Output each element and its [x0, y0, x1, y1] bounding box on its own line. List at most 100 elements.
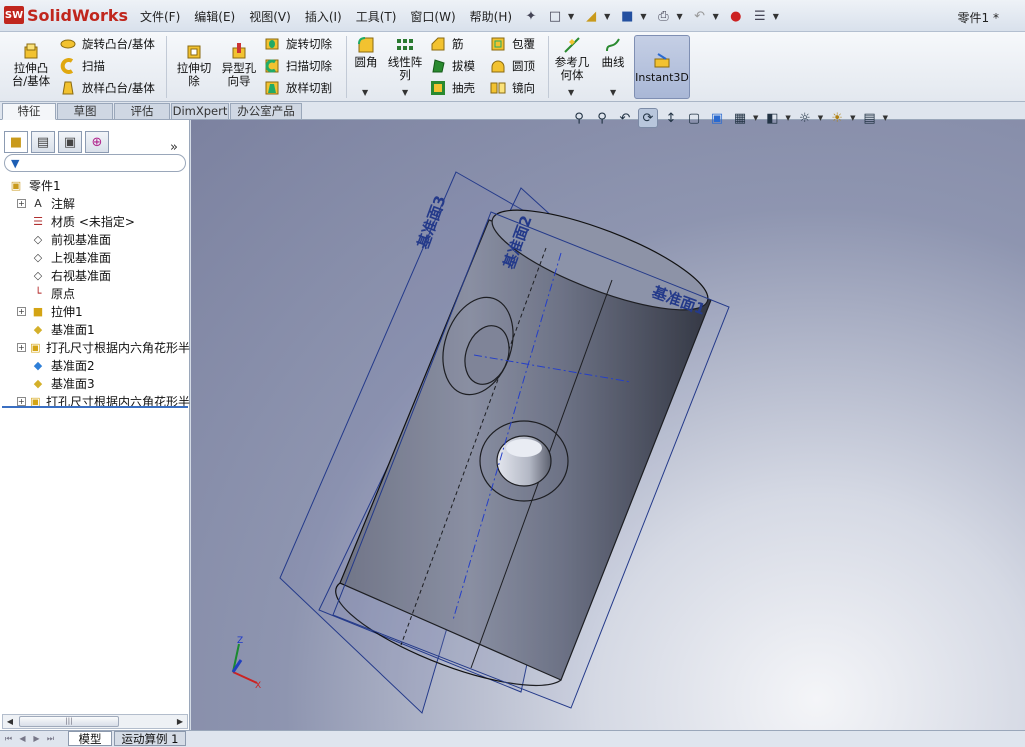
menu-insert[interactable]: 插入(I) — [305, 8, 342, 25]
view-settings-icon[interactable]: ▤ — [860, 108, 880, 128]
pin-icon[interactable]: ✦ — [520, 6, 542, 26]
tree-node[interactable]: ◇ 上视基准面 — [0, 248, 190, 266]
undo-icon[interactable]: ↶ — [689, 6, 711, 26]
new-dropdown-icon[interactable]: ▼ — [568, 12, 574, 21]
menu-edit[interactable]: 编辑(E) — [194, 8, 235, 25]
first-tab-icon[interactable]: ⏮ — [2, 733, 15, 745]
hole-wizard-button[interactable]: 异型孔 向导 — [218, 42, 260, 88]
tree-node[interactable]: ◆ 基准面3 — [0, 374, 190, 392]
property-manager-tab-icon[interactable]: ▤ — [31, 131, 55, 153]
view-settings-dropdown-icon[interactable]: ▼ — [883, 114, 888, 122]
menu-file[interactable]: 文件(F) — [140, 8, 180, 25]
tree-node[interactable]: + A 注解 — [0, 194, 190, 212]
rollback-bar[interactable] — [2, 406, 188, 408]
tree-node[interactable]: ◆ 基准面2 — [0, 356, 190, 374]
expand-panel-icon[interactable]: » — [170, 140, 178, 155]
apply-scene-icon[interactable]: ☀ — [827, 108, 847, 128]
pattern-dropdown-icon[interactable]: ▼ — [402, 88, 408, 97]
rebuild-traffic-light-icon[interactable]: ● — [725, 6, 747, 26]
extrude-cut-button[interactable]: 拉伸切 除 — [172, 42, 216, 88]
previous-view-icon[interactable]: ↶ — [615, 108, 635, 128]
scroll-thumb[interactable]: ||| — [19, 716, 119, 727]
revolve-cut-button[interactable]: 旋转切除 — [264, 35, 332, 53]
zoom-to-area-icon[interactable]: ⚲ — [592, 108, 612, 128]
tab-evaluate[interactable]: 评估 — [114, 103, 170, 120]
options-dropdown-icon[interactable]: ▼ — [773, 12, 779, 21]
revolve-boss-button[interactable]: 旋转凸台/基体 — [60, 35, 155, 53]
new-document-icon[interactable]: □ — [544, 6, 566, 26]
mirror-button[interactable]: 镜向 — [490, 79, 535, 97]
zoom-to-fit-icon[interactable]: ⚲ — [569, 108, 589, 128]
scroll-right-icon[interactable]: ▶ — [173, 715, 187, 728]
expand-toggle-icon[interactable]: + — [17, 306, 26, 316]
tree-node[interactable]: + ▣ 打孔尺寸根据内六角花形半 — [0, 338, 190, 356]
tree-node[interactable]: ◇ 右视基准面 — [0, 266, 190, 284]
loft-cut-button[interactable]: 放样切割 — [264, 79, 332, 97]
wrap-button[interactable]: 包覆 — [490, 35, 535, 53]
undo-dropdown-icon[interactable]: ▼ — [713, 12, 719, 21]
sweep-cut-button[interactable]: 扫描切除 — [264, 57, 332, 75]
hide-show-items-icon[interactable]: ◧ — [762, 108, 782, 128]
tab-model[interactable]: 模型 — [68, 731, 112, 746]
linear-pattern-button[interactable]: 线性阵 列 — [384, 36, 426, 82]
reference-geometry-button[interactable]: 参考几 何体 — [551, 36, 593, 82]
draft-button[interactable]: 拔模 — [430, 57, 475, 75]
open-folder-icon[interactable]: ◢ — [580, 6, 602, 26]
save-icon[interactable]: ■ — [616, 6, 638, 26]
tab-office-products[interactable]: 办公室产品 — [230, 103, 302, 120]
menu-window[interactable]: 窗口(W) — [410, 8, 455, 25]
dimxpert-manager-tab-icon[interactable]: ⊕ — [85, 131, 109, 153]
scene-dropdown-icon[interactable]: ▼ — [850, 114, 855, 122]
prev-tab-icon[interactable]: ◀ — [16, 733, 29, 745]
tree-filter-input[interactable]: ▼ — [4, 154, 186, 172]
fillet-dropdown-icon[interactable]: ▼ — [362, 88, 368, 97]
tree-node[interactable]: ◆ 基准面1 — [0, 320, 190, 338]
tree-node[interactable]: ☰ 材质 <未指定> — [0, 212, 190, 230]
menu-tools[interactable]: 工具(T) — [356, 8, 397, 25]
tab-dimxpert[interactable]: DimXpert — [171, 103, 229, 120]
scroll-left-icon[interactable]: ◀ — [3, 715, 17, 728]
edit-appearance-icon[interactable]: ☼ — [795, 108, 815, 128]
expand-toggle-icon[interactable]: + — [17, 396, 26, 406]
tree-node[interactable]: ▣ 零件1 — [0, 176, 190, 194]
last-tab-icon[interactable]: ⏭ — [44, 733, 57, 745]
dynamic-annotation-icon[interactable]: ▢ — [684, 108, 704, 128]
print-dropdown-icon[interactable]: ▼ — [676, 12, 682, 21]
menu-view[interactable]: 视图(V) — [249, 8, 291, 25]
extrude-boss-button[interactable]: 拉伸凸 台/基体 — [8, 42, 54, 88]
open-dropdown-icon[interactable]: ▼ — [604, 12, 610, 21]
tree-node[interactable]: ◇ 前视基准面 — [0, 230, 190, 248]
tree-horizontal-scrollbar[interactable]: ◀ ||| ▶ — [2, 714, 188, 729]
tree-node[interactable]: └ 原点 — [0, 284, 190, 302]
tree-node[interactable]: + ■ 拉伸1 — [0, 302, 190, 320]
fillet-button[interactable]: 圆角 — [350, 36, 382, 69]
view-orientation-icon[interactable]: ▣ — [707, 108, 727, 128]
solidworks-logo[interactable]: SW SolidWorks — [4, 5, 128, 25]
next-tab-icon[interactable]: ▶ — [30, 733, 43, 745]
save-dropdown-icon[interactable]: ▼ — [640, 12, 646, 21]
expand-toggle-icon[interactable]: + — [17, 342, 26, 352]
curves-button[interactable]: 曲线 — [598, 36, 628, 69]
feature-manager-tab-icon[interactable]: ■ — [4, 131, 28, 153]
expand-toggle-icon[interactable]: + — [17, 198, 26, 208]
menu-help[interactable]: 帮助(H) — [470, 8, 512, 25]
configuration-manager-tab-icon[interactable]: ▣ — [58, 131, 82, 153]
loft-boss-button[interactable]: 放样凸台/基体 — [60, 79, 155, 97]
dome-button[interactable]: 圆顶 — [490, 57, 535, 75]
ref-geometry-dropdown-icon[interactable]: ▼ — [568, 88, 574, 97]
tab-features[interactable]: 特征 — [2, 103, 56, 120]
rib-button[interactable]: 筋 — [430, 35, 464, 53]
curves-dropdown-icon[interactable]: ▼ — [610, 88, 616, 97]
model-canvas[interactable]: 基准面3 基准面2 基准面1 Z X — [191, 120, 1025, 730]
tab-motion-study[interactable]: 运动算例 1 — [114, 731, 186, 746]
display-style-icon[interactable]: ▦ — [730, 108, 750, 128]
display-style-dropdown-icon[interactable]: ▼ — [753, 114, 758, 122]
tab-sketch[interactable]: 草图 — [57, 103, 113, 120]
hide-show-dropdown-icon[interactable]: ▼ — [785, 114, 790, 122]
graphics-viewport[interactable]: 基准面3 基准面2 基准面1 Z X — [191, 120, 1025, 730]
rotate-view-icon[interactable]: ⟳ — [638, 108, 658, 128]
appearance-dropdown-icon[interactable]: ▼ — [818, 114, 823, 122]
sweep-button[interactable]: 扫描 — [60, 57, 105, 75]
instant3d-button[interactable]: Instant3D — [634, 35, 690, 99]
options-icon[interactable]: ☰ — [749, 6, 771, 26]
